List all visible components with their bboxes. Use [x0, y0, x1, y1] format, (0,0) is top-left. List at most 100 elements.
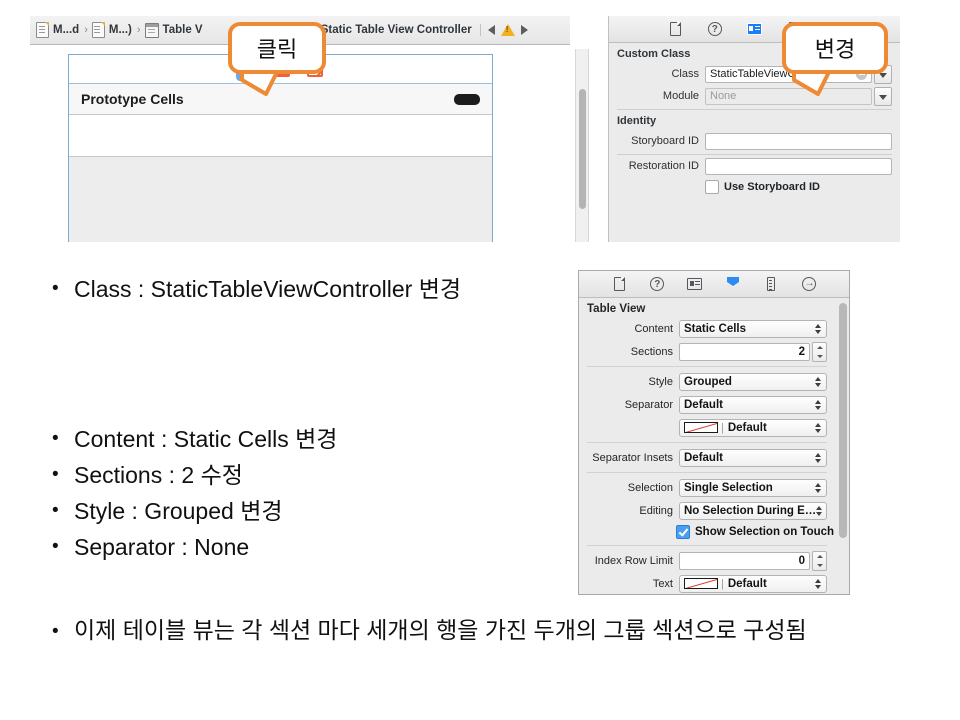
index-row-limit-stepper[interactable]	[812, 551, 827, 571]
canvas-vertical-scrollbar[interactable]	[575, 49, 589, 242]
bullet-group-attributes: • Content : Static Cells 변경 • Sections :…	[52, 422, 337, 566]
restoration-id-row: Restoration ID	[609, 155, 900, 177]
breadcrumb-label: Static Table View Controller	[321, 24, 472, 36]
separator-row: Separator Default	[579, 393, 849, 416]
attributes-inspector-panel: Table View Content Static Cells Sections…	[578, 270, 850, 595]
callout-change-label: 변경	[815, 32, 855, 64]
sections-value: 2	[799, 346, 805, 358]
scrollbar-thumb[interactable]	[839, 303, 847, 538]
swatch-divider: |	[721, 422, 724, 434]
module-label: Module	[617, 90, 705, 102]
bullet-item: • Content : Static Cells 변경	[52, 422, 337, 456]
index-row-limit-input[interactable]: 0	[679, 552, 810, 570]
content-select[interactable]: Static Cells	[679, 320, 827, 338]
style-value: Grouped	[684, 376, 732, 388]
warning-triangle-icon[interactable]	[501, 24, 515, 36]
separator-color-select[interactable]: | Default	[679, 419, 827, 437]
module-dropdown-button[interactable]	[874, 87, 892, 106]
index-row-limit-row: Index Row Limit 0	[579, 549, 849, 572]
attributes-inspector-toolbar	[579, 271, 849, 298]
chevron-updown-icon	[815, 422, 822, 434]
chevron-updown-icon	[815, 399, 822, 411]
bullet-item: • Class : StaticTableViewController 변경	[52, 272, 461, 306]
bullet-text: Sections : 2 수정	[74, 458, 243, 492]
color-swatch-icon	[684, 422, 718, 433]
breadcrumb-label: M...)	[109, 24, 132, 36]
use-storyboard-id-checkbox[interactable]	[705, 180, 719, 194]
divider	[587, 545, 827, 546]
restoration-id-input[interactable]	[705, 158, 892, 175]
use-storyboard-id-label: Use Storyboard ID	[724, 181, 820, 193]
swatch-divider: |	[721, 578, 724, 590]
text-color-row: Text | Default	[579, 572, 849, 595]
attributes-icon[interactable]	[725, 276, 741, 292]
separator-insets-select[interactable]: Default	[679, 449, 827, 467]
help-icon[interactable]	[649, 276, 665, 292]
use-storyboard-id-row[interactable]: Use Storyboard ID	[609, 177, 900, 197]
index-row-limit-label: Index Row Limit	[585, 555, 679, 567]
attributes-scrollbar[interactable]	[839, 301, 847, 586]
show-selection-on-touch-label: Show Selection on Touch	[695, 526, 834, 538]
breadcrumb-label: Table V	[163, 24, 203, 36]
storyboard-id-label: Storyboard ID	[617, 135, 705, 147]
file-icon[interactable]	[667, 21, 683, 37]
breadcrumb-item-0[interactable]: M...d	[36, 22, 79, 38]
battery-pill-icon	[454, 94, 480, 105]
bullet-marker: •	[52, 615, 74, 649]
breadcrumb-item-1[interactable]: M...)	[92, 22, 132, 38]
table-view-section-title: Table View	[579, 298, 849, 317]
bullet-text: Separator : None	[74, 530, 249, 564]
connections-icon[interactable]	[801, 276, 817, 292]
storyboard-canvas[interactable]: Prototype Cells	[30, 45, 570, 242]
bullet-item: • 이제 테이블 뷰는 각 섹션 마다 세개의 행을 가진 두개의 그룹 섹션으…	[52, 615, 912, 649]
bullet-item: • Style : Grouped 변경	[52, 494, 337, 528]
callout-change: 변경	[782, 22, 888, 74]
scrollbar-thumb[interactable]	[579, 89, 586, 209]
breadcrumb-label: M...d	[53, 24, 79, 36]
text-color-label: Text	[585, 578, 679, 590]
file-icon[interactable]	[611, 276, 627, 292]
style-select[interactable]: Grouped	[679, 373, 827, 391]
index-row-limit-value: 0	[799, 555, 805, 567]
selection-select[interactable]: Single Selection	[679, 479, 827, 497]
storyboard-id-row: Storyboard ID	[609, 130, 900, 152]
separator-color-row: | Default	[579, 416, 849, 439]
selection-row: Selection Single Selection	[579, 476, 849, 499]
sections-input[interactable]: 2	[679, 343, 810, 361]
bullet-text: 이제 테이블 뷰는 각 섹션 마다 세개의 행을 가진 두개의 그룹 섹션으로 …	[74, 615, 807, 646]
size-icon[interactable]	[763, 276, 779, 292]
triangle-right-icon[interactable]	[521, 25, 528, 35]
separator-color-value: Default	[728, 422, 767, 434]
breadcrumb-separator: ›	[84, 24, 88, 36]
breadcrumb-item-2[interactable]: Table V	[145, 23, 203, 38]
sections-stepper[interactable]	[812, 342, 827, 362]
separator-insets-label: Separator Insets	[585, 452, 679, 464]
restoration-id-label: Restoration ID	[617, 160, 705, 172]
editing-select[interactable]: No Selection During E…	[679, 502, 827, 520]
document-icon	[36, 22, 49, 38]
show-selection-on-touch-checkbox[interactable]	[676, 525, 690, 539]
selection-label: Selection	[585, 482, 679, 494]
bullet-text: Class : StaticTableViewController 변경	[74, 272, 461, 306]
breadcrumb-separator: ›	[137, 24, 141, 36]
triangle-left-icon[interactable]	[488, 25, 495, 35]
show-selection-on-touch-row[interactable]: Show Selection on Touch	[579, 522, 849, 542]
callout-click: 클릭	[228, 22, 326, 74]
identity-icon[interactable]	[687, 276, 703, 292]
prototype-cell-row[interactable]	[69, 115, 492, 157]
separator-select[interactable]: Default	[679, 396, 827, 414]
identity-icon[interactable]	[747, 21, 763, 37]
text-color-select[interactable]: | Default	[679, 575, 827, 593]
help-icon[interactable]	[707, 21, 723, 37]
prototype-cells-label: Prototype Cells	[81, 91, 184, 107]
class-label: Class	[617, 68, 705, 80]
sections-row: Sections 2	[579, 340, 849, 363]
sections-label: Sections	[585, 346, 679, 358]
table-body-area[interactable]	[69, 157, 492, 242]
bullet-marker: •	[52, 458, 74, 492]
divider	[587, 472, 827, 473]
breadcrumb-item-4[interactable]: Static Table View Controller	[301, 23, 472, 38]
storyboard-id-input[interactable]	[705, 133, 892, 150]
color-swatch-icon	[684, 578, 718, 589]
style-label: Style	[585, 376, 679, 388]
